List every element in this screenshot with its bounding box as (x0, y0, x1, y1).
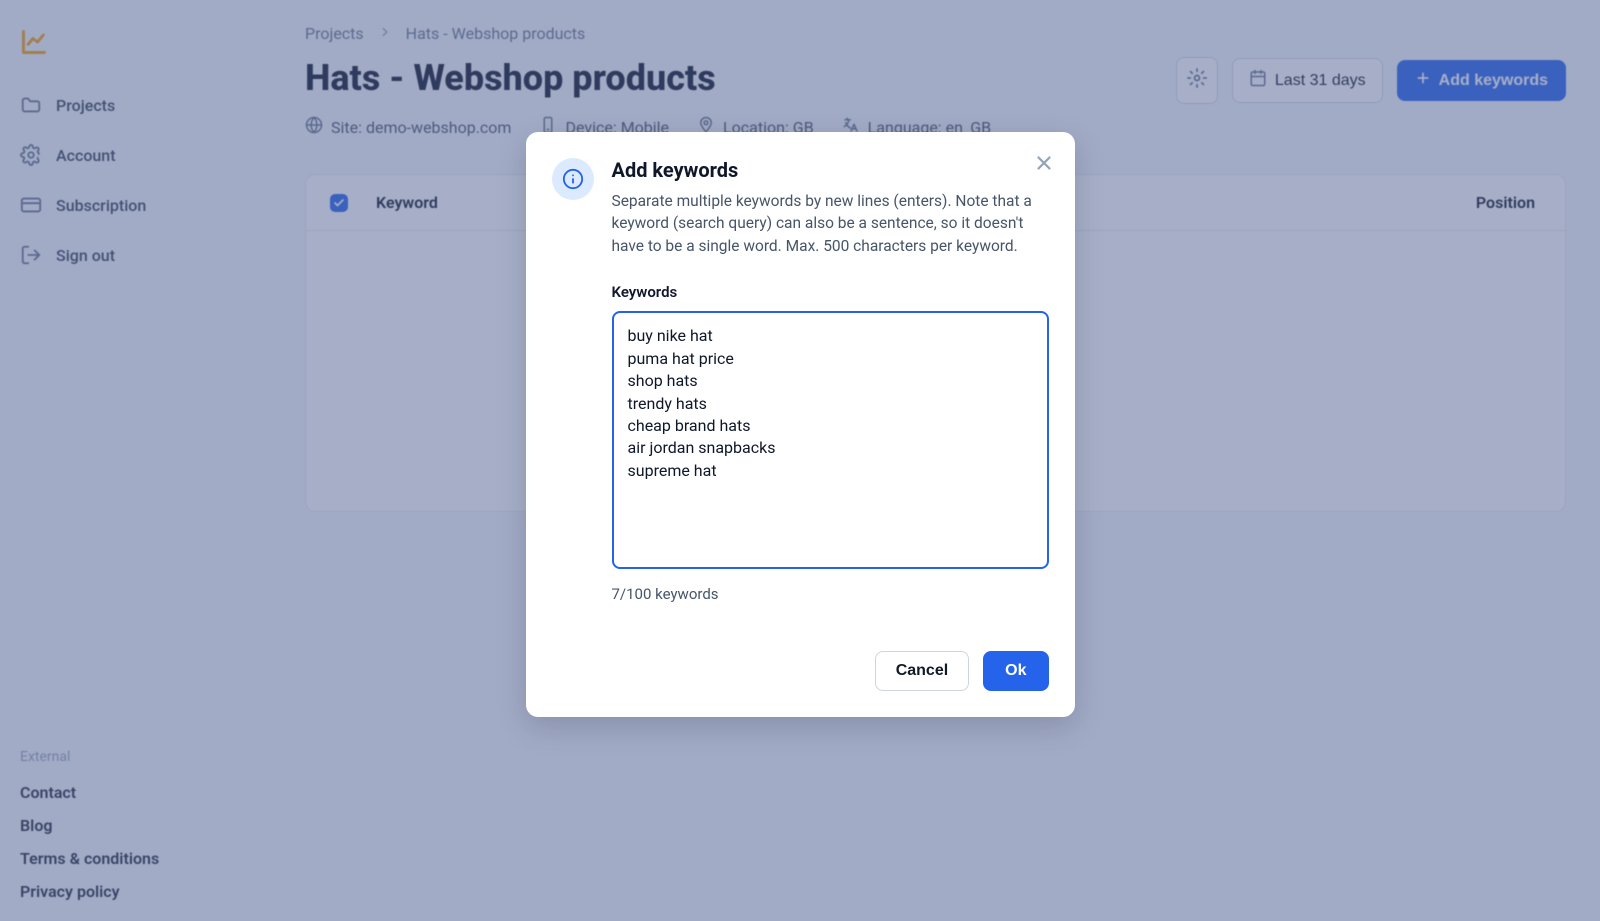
keywords-textarea[interactable] (612, 311, 1049, 569)
modal-title: Add keywords (612, 158, 1049, 182)
modal-description: Separate multiple keywords by new lines … (612, 190, 1049, 257)
ok-button[interactable]: Ok (983, 651, 1048, 691)
add-keywords-modal: Add keywords Separate multiple keywords … (526, 132, 1075, 717)
keywords-label: Keywords (612, 283, 1049, 301)
keyword-counter: 7/100 keywords (612, 585, 1049, 603)
modal-overlay[interactable]: Add keywords Separate multiple keywords … (0, 0, 1600, 921)
close-icon[interactable] (1033, 152, 1055, 174)
cancel-button[interactable]: Cancel (875, 651, 969, 691)
info-icon (552, 158, 594, 200)
